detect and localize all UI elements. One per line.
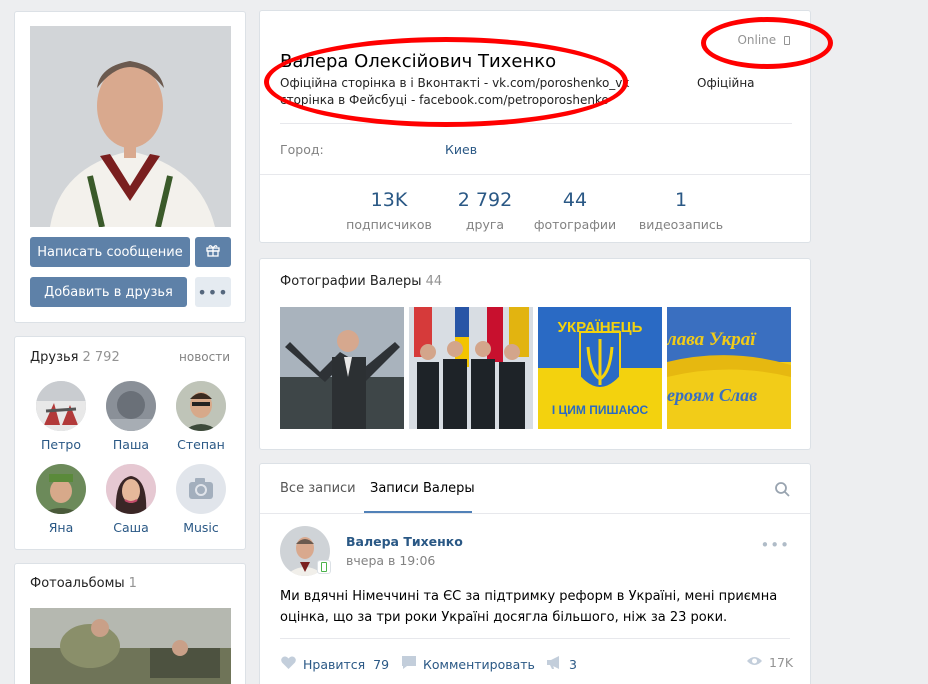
city-label: Город: (280, 142, 324, 157)
stat-videos[interactable]: 1 видеозапись (631, 189, 731, 232)
comment-icon (401, 655, 417, 673)
official-label: Офіційна (697, 76, 755, 90)
friend-avatar (36, 381, 86, 431)
gift-icon (206, 243, 220, 261)
eye-icon (746, 655, 763, 670)
albums-card: Фотоальбомы 1 (14, 563, 246, 684)
post-text: Ми вдячні Німеччині та ЄС за підтримку р… (280, 589, 778, 625)
friend-avatar (106, 381, 156, 431)
online-label: Online (737, 33, 777, 47)
more-dots-icon: ••• (197, 282, 229, 302)
stat-label: видеозапись (638, 217, 724, 232)
stat-label: фотографии (533, 217, 617, 232)
more-actions-button[interactable]: ••• (195, 277, 231, 307)
comment-label: Комментировать (423, 656, 535, 672)
post-timestamp[interactable]: вчера в 19:06 (346, 553, 435, 568)
avatar-card: Написать сообщение Добавить в друзья ••• (14, 11, 246, 323)
comment-button[interactable]: Комментировать (401, 655, 535, 673)
photos-title[interactable]: Фотографии Валеры (280, 274, 422, 289)
profile-photo[interactable] (30, 26, 231, 227)
mobile-phone-icon (317, 560, 331, 574)
divider (280, 123, 792, 124)
divider (260, 513, 810, 514)
add-friend-button[interactable]: Добавить в друзья (30, 277, 187, 307)
search-icon[interactable] (775, 482, 790, 501)
views-counter: 17K (746, 655, 793, 670)
stat-value: 13K (370, 189, 408, 211)
stat-label: подписчиков (346, 217, 432, 232)
photos-count: 44 (425, 274, 443, 289)
friends-title[interactable]: Друзья (30, 350, 79, 365)
wall-card: Все записи Записи Валеры Валера Тихенко … (259, 463, 811, 684)
stat-value: 44 (562, 189, 588, 211)
tab-all-posts[interactable]: Все записи (280, 481, 356, 496)
stat-followers[interactable]: 13K подписчиков (344, 189, 434, 232)
online-status: Online (737, 33, 790, 47)
friend-name: Паша (112, 437, 150, 452)
photo-caption: ероям Слав (667, 385, 758, 405)
profile-name: Валера Олексійович Тихенко (280, 51, 557, 72)
stat-friends[interactable]: 2 792 друга (440, 189, 530, 232)
post-menu-icon[interactable]: ••• (760, 536, 790, 554)
profile-info-line-1: Офіційна сторінка в і Вконтакті - vk.com… (280, 76, 630, 90)
friend-name: Петро (41, 437, 81, 452)
stat-value: 1 (674, 189, 688, 211)
heart-icon (280, 655, 297, 673)
friend-avatar (36, 464, 86, 514)
send-message-button[interactable]: Написать сообщение (30, 237, 190, 267)
friends-news-link[interactable]: новости (179, 350, 230, 364)
share-count: 3 (569, 656, 577, 672)
friend-name: Яна (48, 520, 74, 535)
like-button[interactable]: Нравится 79 (280, 655, 389, 673)
friend-item[interactable]: Music (171, 464, 231, 535)
friend-name: Степан (177, 437, 225, 452)
photo-caption: І ЦИМ ПИШАЮС (551, 403, 649, 417)
profile-card: Валера Олексійович Тихенко Офіційна стор… (259, 10, 811, 243)
photo-thumbnail[interactable]: УКРАЇНЕЦЬ І ЦИМ ПИШАЮС (538, 307, 662, 429)
friend-avatar (106, 464, 156, 514)
friend-avatar (176, 464, 226, 514)
city-link[interactable]: Киев (445, 142, 477, 157)
megaphone-icon (546, 655, 563, 673)
friend-item[interactable]: Степан (171, 381, 231, 452)
friend-avatar (176, 381, 226, 431)
friend-item[interactable]: Паша (101, 381, 161, 452)
albums-title[interactable]: Фотоальбомы (30, 576, 125, 591)
mobile-phone-icon (784, 36, 790, 45)
photo-thumbnail[interactable] (280, 307, 404, 429)
friend-item[interactable]: Саша (101, 464, 161, 535)
post-author-name[interactable]: Валера Тихенко (346, 534, 463, 549)
gift-button[interactable] (195, 237, 231, 267)
friend-item[interactable]: Яна (31, 464, 91, 535)
profile-info-line-2: сторінка в Фейсбуці - facebook.com/petro… (280, 93, 609, 107)
camera-icon (176, 478, 226, 514)
photo-thumbnail[interactable] (409, 307, 533, 429)
divider (260, 174, 810, 175)
stat-photos[interactable]: 44 фотографии (530, 189, 620, 232)
friend-name: Саша (113, 520, 149, 535)
photo-caption: УКРАЇНЕЦЬ (557, 319, 643, 336)
friends-card: Друзья 2 792 новости Петро Паша Степан Ян… (14, 336, 246, 550)
like-count: 79 (373, 656, 390, 672)
friend-item[interactable]: Петро (31, 381, 91, 452)
albums-count: 1 (128, 576, 137, 591)
stat-value: 2 792 (457, 189, 513, 211)
divider (280, 638, 790, 639)
album-cover[interactable] (30, 608, 231, 684)
photo-thumbnail[interactable]: лава Украї ероям Слав (667, 307, 791, 429)
photos-card: Фотографии Валеры 44 УКРАЇНЕЦЬ І ЦИМ ПИША… (259, 258, 811, 450)
tab-owner-posts[interactable]: Записи Валеры (370, 481, 475, 496)
photo-caption: лава Украї (667, 329, 756, 350)
like-label: Нравится (303, 656, 366, 672)
friend-name: Music (183, 520, 219, 535)
friends-count: 2 792 (82, 350, 120, 365)
view-count: 17K (769, 655, 794, 670)
share-button[interactable]: 3 (546, 655, 577, 673)
stat-label: друга (465, 217, 505, 232)
